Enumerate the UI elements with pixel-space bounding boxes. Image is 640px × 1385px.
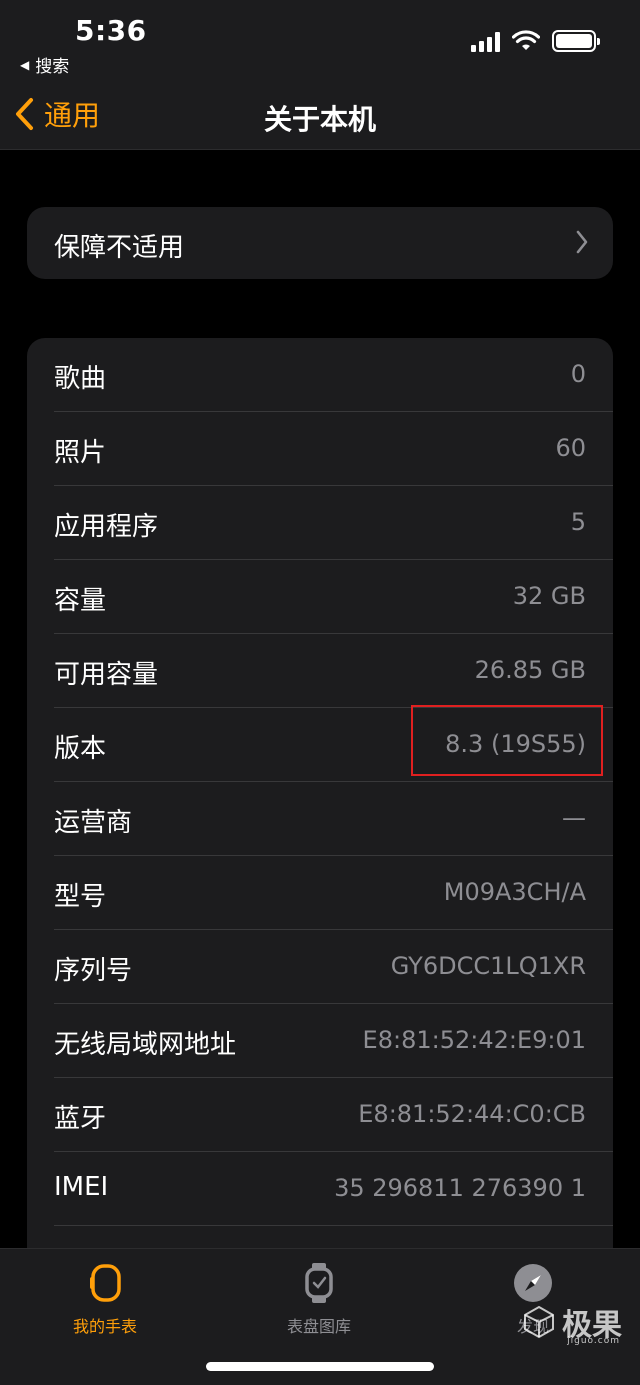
- info-row-key: IMEI: [54, 1172, 109, 1202]
- battery-icon: [552, 30, 600, 52]
- info-row: 容量 32 GB: [27, 560, 613, 634]
- info-row-value: 5: [570, 508, 586, 536]
- info-row: 歌曲 0: [27, 338, 613, 412]
- compass-icon: [514, 1264, 552, 1302]
- version-highlight-box: [411, 705, 603, 776]
- back-triangle-icon: ◀: [20, 57, 30, 72]
- jiguo-logo-icon: [524, 1305, 554, 1339]
- info-row: 型号 M09A3CH/A: [27, 856, 613, 930]
- info-row: 序列号 GY6DCC1LQ1XR: [27, 930, 613, 1004]
- watch-icon: [90, 1264, 121, 1302]
- status-bar: 5:36 ◀ 搜索: [0, 0, 640, 80]
- status-icons: [471, 30, 600, 52]
- tab-face-gallery-label: 表盘图库: [286, 1317, 351, 1336]
- info-row-key: 歌曲: [54, 364, 107, 394]
- warranty-row[interactable]: 保障不适用: [27, 207, 613, 279]
- info-row-value: 35 296811 276390 1: [334, 1174, 586, 1202]
- tab-my-watch-label: 我的手表: [72, 1317, 137, 1336]
- info-row: IMEI 35 296811 276390 1: [27, 1152, 613, 1226]
- info-row-value: E8:81:52:44:C0:CB: [358, 1100, 586, 1128]
- info-row: 运营商 —: [27, 782, 613, 856]
- info-row-value: —: [562, 804, 586, 832]
- info-row-key: 无线局域网地址: [54, 1030, 237, 1060]
- info-row-key: 照片: [54, 438, 107, 468]
- info-row: 无线局域网地址 E8:81:52:42:E9:01: [27, 1004, 613, 1078]
- cellular-signal-icon: [471, 32, 500, 52]
- info-row-value: 26.85 GB: [474, 656, 586, 684]
- info-row-key: 应用程序: [54, 512, 159, 542]
- watermark-subtext: jiguo.com: [567, 1336, 620, 1346]
- status-time: 5:36: [75, 14, 147, 47]
- info-row-value: M09A3CH/A: [443, 878, 586, 906]
- wifi-icon: [512, 30, 540, 50]
- info-row-value: E8:81:52:42:E9:01: [362, 1026, 586, 1054]
- warranty-label: 保障不适用: [54, 233, 185, 263]
- info-row-value: GY6DCC1LQ1XR: [390, 952, 586, 980]
- info-row: 可用容量 26.85 GB: [27, 634, 613, 708]
- home-indicator[interactable]: [206, 1362, 434, 1371]
- watch-face-icon: [305, 1263, 333, 1303]
- info-row-key: 可用容量: [54, 660, 159, 690]
- info-row-key: 蓝牙: [54, 1104, 107, 1134]
- info-row-key: 运营商: [54, 808, 133, 838]
- navigation-bar: 通用 关于本机: [0, 80, 640, 150]
- info-row-key: 型号: [54, 882, 107, 912]
- device-info-list: 歌曲 0 照片 60 应用程序 5 容量 32 GB 可用容量 26.85 GB 版本 8.3 (19…: [27, 338, 613, 1278]
- page-title: 关于本机: [263, 103, 376, 136]
- info-row-value: 0: [570, 360, 586, 388]
- info-row-key: 版本: [54, 734, 107, 764]
- info-row-key: 容量: [54, 586, 107, 616]
- back-to-app-label: 搜索: [35, 57, 70, 77]
- info-row-value: 60: [555, 434, 586, 462]
- info-row: 应用程序 5: [27, 486, 613, 560]
- back-to-app-link[interactable]: ◀ 搜索: [20, 52, 69, 77]
- chevron-right-icon: [576, 230, 588, 254]
- info-row: 照片 60: [27, 412, 613, 486]
- info-row-key: 序列号: [54, 956, 133, 986]
- jiguo-watermark: 极果 jiguo.com: [522, 1300, 622, 1346]
- info-row: 蓝牙 E8:81:52:44:C0:CB: [27, 1078, 613, 1152]
- tab-my-watch[interactable]: 我的手表: [35, 1261, 175, 1337]
- tab-face-gallery[interactable]: 表盘图库: [249, 1261, 389, 1337]
- info-row-value: 32 GB: [512, 582, 586, 610]
